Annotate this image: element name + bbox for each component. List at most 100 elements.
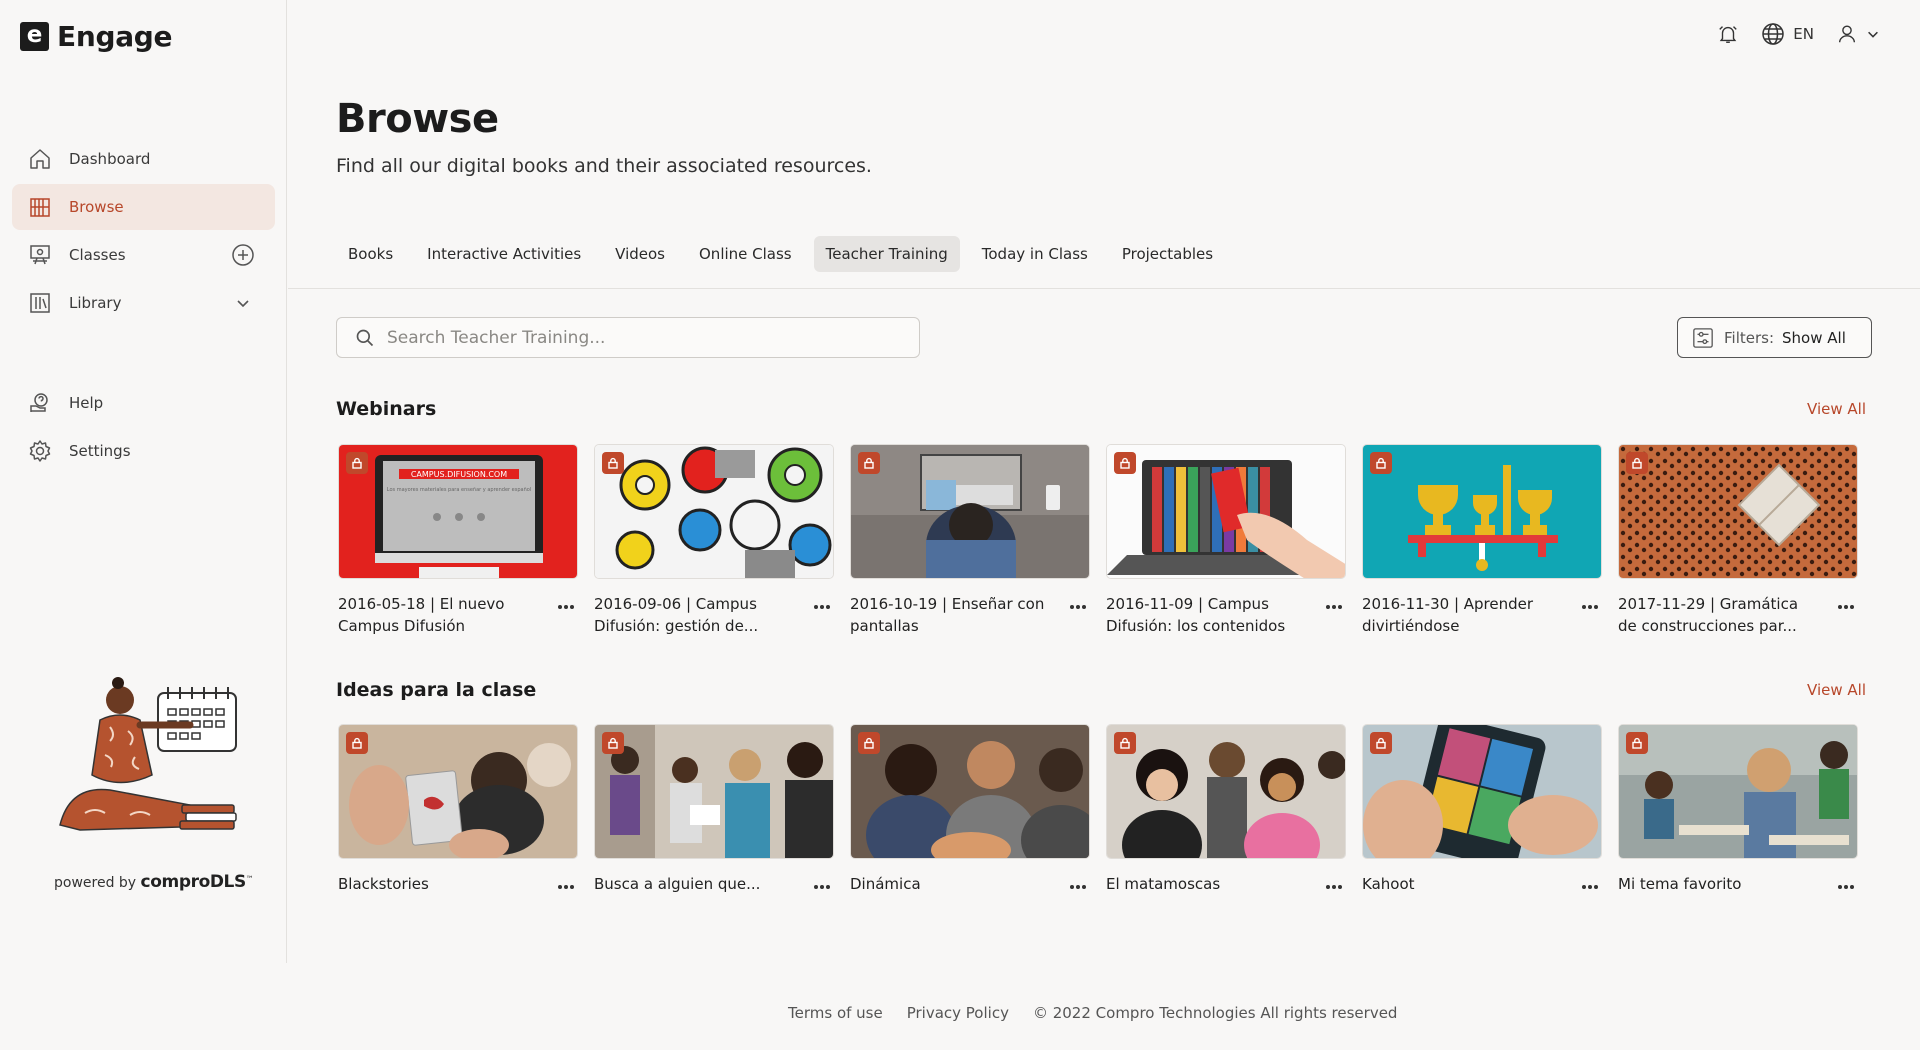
more-options-button[interactable] (1578, 875, 1602, 899)
top-bar: EN (1717, 22, 1880, 46)
ideas-row: Blackstories Busca a alguien que... Diná… (338, 724, 1858, 899)
more-dots-icon (1838, 605, 1854, 609)
more-options-button[interactable] (810, 875, 834, 899)
page-subtitle: Find all our digital books and their ass… (336, 155, 872, 177)
more-options-button[interactable] (810, 595, 834, 619)
more-options-button[interactable] (1066, 875, 1090, 899)
notifications-button[interactable] (1717, 23, 1739, 45)
privacy-link[interactable]: Privacy Policy (907, 1004, 1009, 1022)
card-thumbnail[interactable] (850, 444, 1090, 579)
tab-videos[interactable]: Videos (603, 236, 677, 272)
card-title[interactable]: 2016-05-18 | El nuevo Campus Difusión (338, 593, 538, 637)
card-title[interactable]: El matamoscas (1106, 873, 1306, 899)
lock-icon (1370, 732, 1392, 754)
more-options-button[interactable] (1834, 875, 1858, 899)
card-title[interactable]: Busca a alguien que... (594, 873, 794, 899)
gear-icon (27, 438, 53, 464)
filters-button[interactable]: Filters: Show All (1677, 317, 1872, 358)
card-title[interactable]: 2016-10-19 | Enseñar con pantallas (850, 593, 1050, 637)
card-thumbnail[interactable] (594, 444, 834, 579)
chevron-down-icon (237, 300, 249, 308)
card-title[interactable]: 2016-11-30 | Aprender divirtiéndose (1362, 593, 1562, 637)
more-options-button[interactable] (1322, 595, 1346, 619)
more-options-button[interactable] (1066, 595, 1090, 619)
lock-icon (1370, 452, 1392, 474)
card-title[interactable]: Blackstories (338, 873, 538, 899)
sidebar-item-help[interactable]: Help (12, 380, 275, 426)
more-dots-icon (558, 605, 574, 609)
view-all-link[interactable]: View All (1807, 681, 1866, 699)
sidebar-item-dashboard[interactable]: Dashboard (12, 136, 275, 182)
card-title[interactable]: 2017-11-29 | Gramática de construcciones… (1618, 593, 1818, 637)
user-icon (1838, 25, 1856, 43)
card-thumbnail[interactable] (338, 724, 578, 859)
lock-icon (602, 732, 624, 754)
sidebar-item-library[interactable]: Library (12, 280, 275, 326)
more-options-button[interactable] (554, 595, 578, 619)
lock-icon (1114, 452, 1136, 474)
sidebar-item-settings[interactable]: Settings (12, 428, 275, 474)
sidebar-item-label: Library (69, 294, 122, 312)
browse-icon (27, 194, 53, 220)
home-icon (27, 146, 53, 172)
lock-icon (1626, 452, 1648, 474)
app-logo[interactable]: e Engage (20, 20, 173, 53)
tab-online-class[interactable]: Online Class (687, 236, 804, 272)
more-dots-icon (1838, 885, 1854, 889)
card-title[interactable]: 2016-11-09 | Campus Difusión: los conten… (1106, 593, 1306, 637)
lock-icon (1626, 732, 1648, 754)
thumb-text: Los mayores materiales para enseñar y ap… (387, 487, 531, 493)
resource-card: 2017-11-29 | Gramática de construcciones… (1618, 444, 1858, 637)
resource-card: Blackstories (338, 724, 578, 899)
terms-link[interactable]: Terms of use (788, 1004, 883, 1022)
card-thumbnail[interactable] (1362, 444, 1602, 579)
card-thumbnail[interactable] (850, 724, 1090, 859)
card-title[interactable]: 2016-09-06 | Campus Difusión: gestión de… (594, 593, 794, 637)
section-header-ideas-para-la-clase: Ideas para la clase View All (336, 679, 1866, 701)
lock-icon (346, 452, 368, 474)
card-thumbnail[interactable] (1106, 444, 1346, 579)
more-dots-icon (1582, 885, 1598, 889)
user-menu-button[interactable] (1836, 23, 1880, 45)
tab-interactive-activities[interactable]: Interactive Activities (415, 236, 593, 272)
section-title: Webinars (336, 398, 437, 420)
more-options-button[interactable] (1578, 595, 1602, 619)
sidebar-item-label: Browse (69, 198, 124, 216)
filters-label: Filters: (1724, 328, 1775, 347)
card-thumbnail[interactable] (1618, 444, 1858, 579)
more-options-button[interactable] (1834, 595, 1858, 619)
more-options-button[interactable] (1322, 875, 1346, 899)
tab-books[interactable]: Books (336, 236, 405, 272)
powered-brand: comproDLS (140, 872, 247, 892)
sidebar-item-classes[interactable]: Classes (12, 232, 275, 278)
help-icon (27, 390, 53, 416)
card-title[interactable]: Dinámica (850, 873, 1050, 899)
tabs-divider (288, 288, 1920, 289)
search-input[interactable] (387, 327, 907, 348)
sidebar-item-label: Classes (69, 246, 126, 264)
app-name: Engage (57, 20, 173, 53)
card-title[interactable]: Kahoot (1362, 873, 1562, 899)
sidebar: e Engage Dashboard Browse Classes Librar… (0, 0, 287, 963)
sidebar-item-browse[interactable]: Browse (12, 184, 275, 230)
card-thumbnail[interactable]: CAMPUS.DIFUSION.COM Los mayores material… (338, 444, 578, 579)
card-title[interactable]: Mi tema favorito (1618, 873, 1818, 899)
view-all-link[interactable]: View All (1807, 400, 1866, 418)
tab-projectables[interactable]: Projectables (1110, 236, 1225, 272)
more-dots-icon (1070, 605, 1086, 609)
library-expand-toggle[interactable] (231, 291, 255, 315)
lock-icon (1114, 732, 1136, 754)
more-dots-icon (814, 605, 830, 609)
language-selector[interactable]: EN (1761, 22, 1814, 46)
language-label: EN (1793, 25, 1814, 43)
chevron-down-icon (1868, 31, 1878, 38)
tab-today-in-class[interactable]: Today in Class (970, 236, 1100, 272)
card-thumbnail[interactable] (1618, 724, 1858, 859)
card-thumbnail[interactable] (1106, 724, 1346, 859)
card-thumbnail[interactable] (594, 724, 834, 859)
tab-teacher-training[interactable]: Teacher Training (813, 236, 960, 272)
more-options-button[interactable] (554, 875, 578, 899)
card-thumbnail[interactable] (1362, 724, 1602, 859)
add-class-button[interactable] (231, 243, 255, 267)
plus-circle-icon (232, 244, 254, 266)
